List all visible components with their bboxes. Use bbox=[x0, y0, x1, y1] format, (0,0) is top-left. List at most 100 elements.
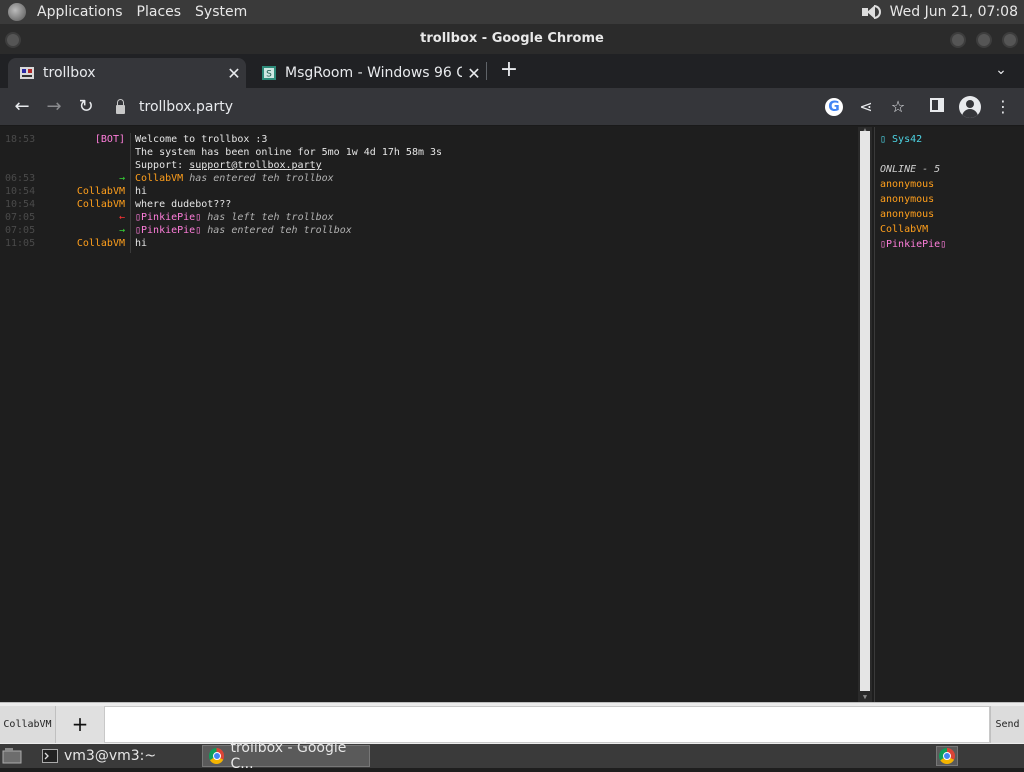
lock-icon[interactable] bbox=[116, 98, 125, 114]
window-menu-icon[interactable] bbox=[5, 32, 21, 48]
close-window-icon[interactable] bbox=[1002, 32, 1018, 48]
nick-button[interactable]: CollabVM bbox=[0, 706, 56, 743]
leave-arrow-icon: ← bbox=[118, 212, 125, 223]
message-nick[interactable]: [BOT] bbox=[95, 134, 125, 145]
browser-toolbar: ← → ↻ trollbox.party G ⋖ ☆ ⋮ bbox=[0, 88, 1024, 126]
message-time: 10:54 bbox=[5, 186, 36, 197]
chat-message: 10:54 CollabVM hi bbox=[0, 186, 857, 199]
maximize-icon[interactable] bbox=[976, 32, 992, 48]
event-text: has left teh trollbox bbox=[207, 212, 334, 223]
message-body: CollabVM has entered teh trollbox bbox=[135, 173, 334, 184]
event-nick[interactable]: ▯PinkiePie▯ bbox=[135, 212, 201, 223]
chat-scrollbar[interactable]: ▲ ▼ bbox=[858, 127, 872, 702]
user-item[interactable]: anonymous bbox=[880, 194, 934, 205]
new-tab-icon[interactable]: + bbox=[497, 58, 521, 82]
message-input[interactable] bbox=[104, 706, 990, 743]
message-body: ▯PinkiePie▯ has left teh trollbox bbox=[135, 212, 334, 223]
panel-tray: Wed Jun 21, 07:08 bbox=[860, 0, 1024, 24]
enter-arrow-icon: → bbox=[118, 225, 125, 236]
task-label: vm3@vm3:~ bbox=[64, 748, 157, 764]
google-icon[interactable]: G bbox=[825, 98, 843, 116]
message-nick[interactable]: CollabVM bbox=[77, 186, 125, 197]
user-list: ▯ Sys42 ONLINE - 5 anonymous anonymous a… bbox=[874, 127, 1024, 702]
chat-message: 06:53 → CollabVM has entered teh trollbo… bbox=[0, 173, 857, 186]
user-item[interactable]: ▯PinkiePie▯ bbox=[880, 239, 946, 250]
chat-message: 11:05 CollabVM hi bbox=[0, 238, 857, 251]
enter-arrow-icon: → bbox=[118, 173, 125, 184]
bookmark-star-icon[interactable]: ☆ bbox=[886, 95, 910, 119]
scrollbar-thumb[interactable] bbox=[860, 131, 870, 691]
menu-applications[interactable]: Applications bbox=[30, 0, 130, 24]
trollbox-favicon-icon bbox=[20, 67, 34, 79]
tab-msgroom[interactable]: S MsgRoom - Windows 96 Chat ✕ bbox=[250, 58, 486, 88]
event-nick[interactable]: CollabVM bbox=[135, 173, 183, 184]
online-header: ONLINE - 5 bbox=[880, 164, 941, 175]
message-time: 18:53 bbox=[5, 134, 36, 145]
message-body: Support: support@trollbox.party bbox=[135, 160, 322, 171]
window-titlebar[interactable]: trollbox - Google Chrome bbox=[0, 24, 1024, 54]
reload-icon[interactable]: ↻ bbox=[73, 94, 99, 120]
message-nick[interactable]: CollabVM bbox=[77, 238, 125, 249]
message-body: The system has been online for 5mo 1w 4d… bbox=[135, 147, 443, 158]
message-body: ▯PinkiePie▯ has entered teh trollbox bbox=[135, 225, 352, 236]
message-body: hi bbox=[135, 186, 148, 197]
tab-search-chevron-down-icon[interactable]: ⌄ bbox=[990, 58, 1012, 82]
support-email-link[interactable]: support@trollbox.party bbox=[189, 160, 321, 171]
chrome-icon bbox=[939, 748, 955, 764]
back-arrow-icon[interactable]: ← bbox=[9, 94, 35, 120]
bottom-taskbar: vm3@vm3:~ trollbox - Google C... bbox=[0, 740, 1024, 772]
support-prefix: Support: bbox=[135, 160, 190, 171]
event-nick[interactable]: ▯PinkiePie▯ bbox=[135, 225, 201, 236]
task-chrome[interactable]: trollbox - Google C... bbox=[202, 740, 370, 772]
user-item[interactable]: anonymous bbox=[880, 179, 934, 190]
top-panel: Applications Places System Wed Jun 21, 0… bbox=[0, 0, 1024, 24]
chat-message: 10:54 CollabVM where dudebot??? bbox=[0, 199, 857, 212]
scroll-down-icon[interactable]: ▼ bbox=[860, 694, 870, 701]
message-time: 06:53 bbox=[5, 173, 36, 184]
forward-arrow-icon[interactable]: → bbox=[41, 94, 67, 120]
more-menu-icon[interactable]: ⋮ bbox=[991, 95, 1015, 119]
chat-message: 18:53 [BOT] Welcome to trollbox :3 bbox=[0, 134, 857, 147]
message-time: 07:05 bbox=[5, 212, 36, 223]
chat-message: Support: support@trollbox.party bbox=[0, 160, 857, 173]
message-time: 10:54 bbox=[5, 199, 36, 210]
menu-system[interactable]: System bbox=[188, 0, 254, 24]
message-time: 07:05 bbox=[5, 225, 36, 236]
send-button[interactable]: Send bbox=[990, 706, 1024, 743]
top-menu: Applications Places System bbox=[30, 0, 254, 24]
volume-icon[interactable] bbox=[860, 2, 882, 22]
side-panel-icon[interactable] bbox=[930, 98, 944, 112]
show-desktop-icon[interactable] bbox=[2, 747, 22, 765]
tab-trollbox[interactable]: trollbox ✕ bbox=[8, 58, 246, 88]
url-text[interactable]: trollbox.party bbox=[139, 94, 233, 120]
user-item[interactable]: CollabVM bbox=[880, 224, 928, 235]
address-bar[interactable]: trollbox.party bbox=[116, 94, 233, 120]
user-item[interactable]: anonymous bbox=[880, 209, 934, 220]
chat-message: 07:05 ← ▯PinkiePie▯ has left teh trollbo… bbox=[0, 212, 857, 225]
message-body: where dudebot??? bbox=[135, 199, 232, 210]
window-title: trollbox - Google Chrome bbox=[420, 31, 604, 46]
task-terminal[interactable]: vm3@vm3:~ bbox=[36, 745, 196, 767]
chat-log[interactable]: 18:53 [BOT] Welcome to trollbox :3 The s… bbox=[0, 127, 857, 702]
tab-label: MsgRoom - Windows 96 Chat bbox=[285, 65, 462, 81]
share-icon[interactable]: ⋖ bbox=[854, 95, 878, 119]
message-body: hi bbox=[135, 238, 148, 249]
close-tab-icon[interactable]: ✕ bbox=[222, 64, 246, 83]
attach-plus-button[interactable]: + bbox=[56, 706, 104, 743]
chat-input-bar: CollabVM + Send bbox=[0, 702, 1024, 744]
room-name[interactable]: ▯ Sys42 bbox=[880, 134, 922, 145]
message-body: Welcome to trollbox :3 bbox=[135, 134, 268, 145]
clock[interactable]: Wed Jun 21, 07:08 bbox=[890, 4, 1018, 20]
chrome-icon bbox=[209, 748, 225, 764]
close-tab-icon[interactable]: ✕ bbox=[462, 64, 486, 83]
profile-avatar-icon[interactable] bbox=[959, 96, 981, 118]
menu-places[interactable]: Places bbox=[130, 0, 189, 24]
workspace-switcher[interactable] bbox=[936, 746, 958, 766]
distro-logo-icon[interactable] bbox=[8, 3, 26, 21]
tab-separator bbox=[486, 62, 487, 80]
terminal-icon bbox=[42, 749, 58, 763]
minimize-icon[interactable] bbox=[950, 32, 966, 48]
msgroom-favicon-icon: S bbox=[262, 66, 276, 80]
message-nick[interactable]: CollabVM bbox=[77, 199, 125, 210]
message-time: 11:05 bbox=[5, 238, 36, 249]
